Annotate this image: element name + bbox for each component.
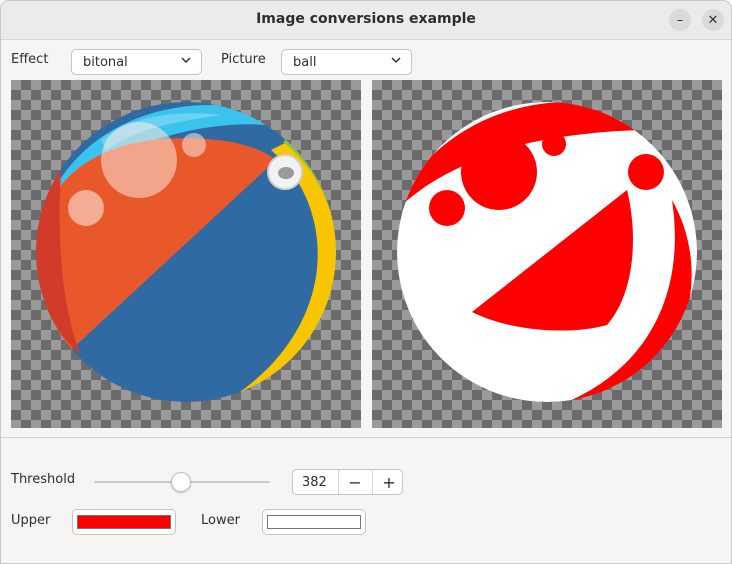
threshold-value[interactable]: 382 [302, 475, 327, 490]
effect-dropdown[interactable]: bitonal [71, 49, 202, 75]
beach-ball-image [36, 102, 336, 402]
window-title: Image conversions example [256, 11, 476, 27]
separator [1, 437, 731, 438]
minus-icon: − [348, 472, 362, 492]
effect-value: bitonal [83, 55, 128, 70]
app-window: Image conversions example – ✕ Effect bit… [0, 0, 732, 564]
lower-label: Lower [201, 513, 240, 528]
lower-color-swatch [267, 515, 361, 529]
minimize-button[interactable]: – [669, 9, 691, 31]
close-icon: ✕ [707, 12, 719, 28]
converted-image-pane [372, 80, 722, 428]
chevron-down-icon [181, 57, 191, 64]
plus-icon: + [382, 472, 396, 492]
minimize-icon: – [676, 12, 684, 28]
picture-dropdown[interactable]: ball [281, 49, 412, 75]
increment-button[interactable]: + [372, 470, 402, 494]
threshold-slider-handle[interactable] [171, 472, 192, 492]
bitonal-ball-image [397, 102, 697, 402]
decrement-button[interactable]: − [338, 470, 371, 494]
threshold-label: Threshold [11, 472, 76, 487]
chevron-down-icon [391, 57, 401, 64]
upper-label: Upper [11, 513, 51, 528]
threshold-spinbox[interactable]: 382 − + [292, 469, 403, 495]
upper-color-button[interactable] [72, 509, 176, 535]
picture-label: Picture [221, 52, 266, 67]
lower-color-button[interactable] [262, 509, 366, 535]
picture-value: ball [293, 55, 317, 70]
upper-color-swatch [77, 515, 171, 529]
close-button[interactable]: ✕ [702, 9, 724, 31]
effect-label: Effect [11, 52, 49, 67]
title-bar: Image conversions example – ✕ [1, 1, 731, 40]
original-image-pane [11, 80, 361, 428]
